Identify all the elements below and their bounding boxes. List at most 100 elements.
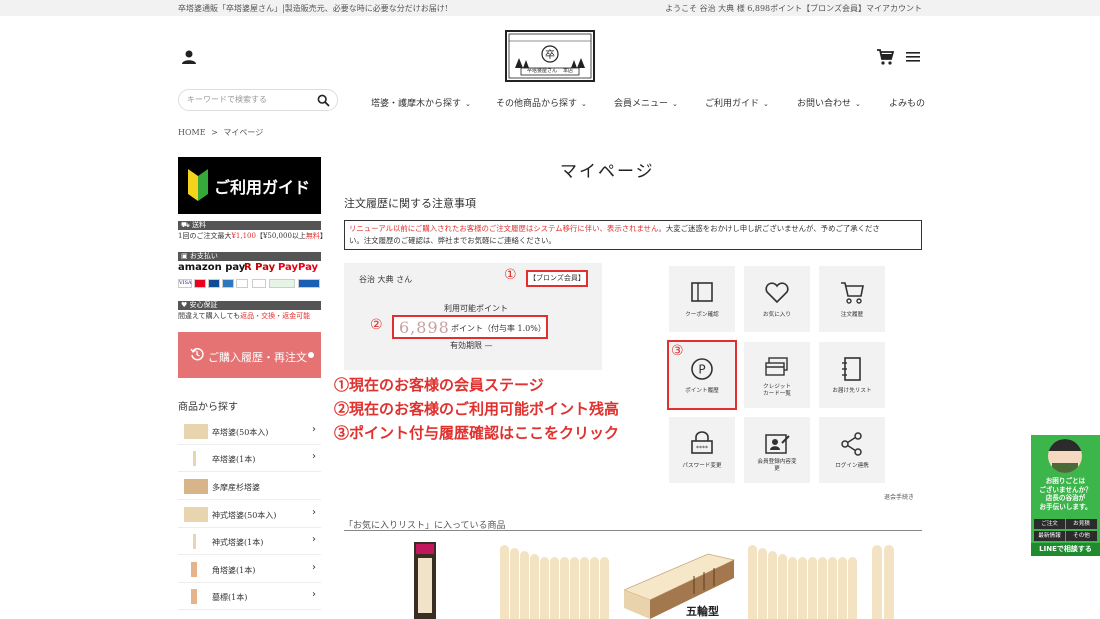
annotation-marker-1: ① [504, 267, 517, 283]
notice-text: 大変ご迷惑をおかけし申し訳ございませんが、予めご了承くださ [665, 224, 880, 233]
tile-password[interactable]: **** パスワード変更 [669, 417, 735, 483]
page-title: マイページ [560, 162, 655, 182]
points-expiry: 有効期限 — [450, 341, 493, 350]
tile-order-history[interactable]: 注文履歴 [819, 266, 885, 332]
notice-warning: リニューアル以前にご購入されたお客様のご注文履歴はシステム移行に伴い、表示されま… [349, 224, 666, 233]
mastercard-icon [194, 279, 206, 288]
product-image [808, 557, 817, 619]
favorite-product-4[interactable] [748, 545, 860, 619]
tile-login-link[interactable]: ログイン連携 [819, 417, 885, 483]
category-item[interactable]: 墓標(1本) › [178, 584, 321, 610]
favorites-divider [344, 530, 922, 531]
product-image [520, 551, 529, 619]
product-image [798, 557, 807, 619]
member-name: 谷治 大典 さん [359, 275, 413, 284]
annotation-line-1: ①現在のお客様の会員ステージ [334, 376, 544, 394]
product-image [540, 557, 549, 619]
chevron-right-icon: › [312, 534, 316, 545]
line-other-button[interactable]: その他 [1066, 531, 1097, 541]
credit-card-icon [765, 357, 788, 376]
account-greeting[interactable]: ようこそ 谷治 大典 様 6,898ポイント【ブロンズ会員】マイアカウント [665, 3, 922, 14]
nav-item-contact[interactable]: お問い合わせ ⌄ [797, 96, 861, 109]
search-icon[interactable] [317, 94, 330, 107]
arrow-dot-icon [308, 352, 314, 358]
category-item[interactable]: 卒塔婆(50本入) › [178, 419, 321, 445]
line-news-button[interactable]: 最新情報 [1034, 531, 1065, 541]
product-image [580, 557, 589, 619]
search-input[interactable] [187, 95, 312, 104]
category-item[interactable]: 角塔婆(1本) › [178, 557, 321, 583]
tile-credit-cards[interactable]: クレジット カード一覧 [744, 342, 810, 408]
history-icon [190, 348, 204, 361]
chevron-right-icon: › [312, 424, 316, 435]
category-item[interactable]: 神式塔婆(50本入) › [178, 502, 321, 528]
payment-logos: amazon pay R Pay PayPay VISA [178, 261, 321, 291]
product-image [510, 548, 519, 619]
heart-icon [765, 282, 789, 304]
tagline: 卒塔婆通販「卒塔婆屋さん」|製造販売元、必要な時に必要な分だけお届け! [178, 4, 448, 13]
category-item[interactable]: 神式塔婆(1本) › [178, 529, 321, 555]
purchase-history-button[interactable]: ご購入履歴・再注文 [178, 332, 321, 378]
point-icon: P [691, 358, 713, 380]
avatar-hair [1048, 439, 1082, 451]
notice-title: 注文履歴に関する注意事項 [344, 197, 476, 210]
store-manager-avatar [1048, 439, 1082, 473]
product-image [768, 551, 777, 619]
breadcrumb-home[interactable]: HOME [178, 128, 206, 137]
nav-item-guide[interactable]: ご利用ガイド ⌄ [705, 96, 769, 109]
user-icon[interactable] [181, 49, 197, 65]
search-box [178, 89, 338, 111]
favorite-product-5[interactable] [872, 545, 922, 619]
product-tag-icon [416, 544, 434, 554]
tile-delivery-list[interactable]: お届け先リスト [819, 342, 885, 408]
withdraw-link[interactable]: 退会手続き [884, 492, 914, 501]
annotation-marker-3: ③ [671, 343, 684, 359]
product-thumbnail [191, 562, 197, 577]
annotation-marker-2: ② [370, 317, 383, 333]
points-box: 6,898 ポイント（付与率 1.0%） [392, 315, 548, 339]
category-item[interactable]: 多摩産杉塔婆 [178, 474, 321, 500]
tile-favorites[interactable]: お気に入り [744, 266, 810, 332]
guide-banner[interactable]: ご利用ガイド [178, 157, 321, 214]
hamburger-menu-icon[interactable] [905, 50, 921, 64]
favorite-product-1[interactable] [414, 542, 436, 619]
nav-item-member-menu[interactable]: 会員メニュー ⌄ [614, 96, 678, 109]
favorite-product-2[interactable] [500, 545, 612, 619]
line-order-button[interactable]: ご注文 [1034, 519, 1065, 529]
convenience-store-icon [252, 279, 266, 288]
tile-profile-edit[interactable]: 会員登録内容変 更 [744, 417, 810, 483]
line-consult-widget[interactable]: お困りごとは ございませんか？ 店長の谷治が お手伝いします。 ご注文 お見積 … [1031, 435, 1100, 556]
product-thumbnail [191, 589, 197, 604]
categories-heading: 商品から探す [178, 402, 238, 413]
bank-transfer-icon [269, 279, 295, 288]
line-widget-message: お困りごとは ございませんか？ 店長の谷治が お手伝いします。 [1039, 477, 1092, 511]
lock-icon: **** [691, 431, 713, 454]
breadcrumb-current: マイページ [223, 128, 264, 137]
site-logo[interactable]: 卒 卒塔婆屋さん 本店 [505, 30, 595, 82]
paypay-logo: PayPay [278, 262, 319, 273]
line-consult-button[interactable]: LINEで相談する [1031, 543, 1100, 556]
nav-item-reading[interactable]: よみもの [889, 96, 925, 109]
line-estimate-button[interactable]: お見積 [1066, 519, 1097, 529]
product-image [418, 558, 432, 613]
notebook-icon [842, 357, 861, 381]
nav-item-toba[interactable]: 塔婆・護摩木から探す ⌄ [371, 96, 471, 109]
visa-icon: VISA [178, 279, 192, 288]
notice-box: リニューアル以前にご購入されたお客様のご注文履歴はシステム移行に伴い、表示されま… [344, 220, 922, 250]
svg-text:****: **** [696, 445, 708, 452]
category-item[interactable]: 卒塔婆(1本) › [178, 446, 321, 472]
svg-text:P: P [698, 363, 705, 377]
tile-coupon[interactable]: クーポン確認 [669, 266, 735, 332]
product-image [550, 557, 559, 619]
book-icon [691, 282, 713, 302]
cart-icon[interactable] [876, 48, 894, 66]
favorite-product-3[interactable]: 五輪型 [622, 548, 736, 619]
guarantee-info: 間違えて購入しても返品・交換・返金可能 [178, 312, 311, 320]
points-label: 利用可能ポイント [444, 304, 508, 313]
shipping-heading: ⛟ 送料 [178, 221, 321, 230]
guarantee-heading: ♥ 安心保証 [178, 301, 321, 310]
product-image [828, 557, 837, 619]
nav-item-other-products[interactable]: その他商品から探す ⌄ [496, 96, 587, 109]
product-image [848, 557, 857, 619]
points-value: 6,898 [399, 318, 450, 337]
